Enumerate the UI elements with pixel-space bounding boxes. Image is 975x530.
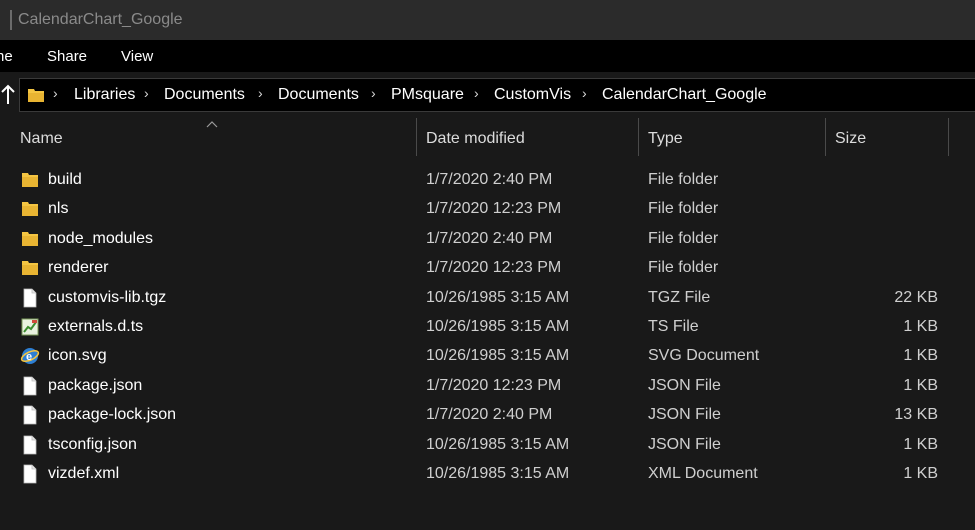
file-date-modified: 1/7/2020 2:40 PM <box>426 406 553 424</box>
file-name: icon.svg <box>48 347 107 365</box>
chevron-right-icon[interactable]: › <box>53 85 58 101</box>
file-name: node_modules <box>48 229 153 247</box>
file-date-modified: 1/7/2020 2:40 PM <box>426 229 553 247</box>
file-row[interactable]: build 1/7/2020 2:40 PM File folder <box>0 166 975 195</box>
file-date-modified: 10/26/1985 3:15 AM <box>426 347 570 365</box>
file-size: 13 KB <box>894 406 938 424</box>
tab-view[interactable]: View <box>121 48 153 65</box>
file-size: 1 KB <box>903 347 938 365</box>
file-type: JSON File <box>648 406 721 424</box>
chevron-right-icon[interactable]: › <box>582 85 587 101</box>
file-type: File folder <box>648 259 719 277</box>
breadcrumb-documents-2[interactable]: Documents <box>278 86 359 104</box>
file-row[interactable]: tsconfig.json 10/26/1985 3:15 AM JSON File… <box>0 431 975 460</box>
file-type: TS File <box>648 317 699 335</box>
tab-home[interactable]: ne <box>0 48 13 65</box>
breadcrumb-customvis[interactable]: CustomVis <box>494 86 571 104</box>
folder-icon <box>20 199 40 219</box>
folder-icon <box>20 258 40 278</box>
browser-file-icon: e <box>20 346 40 366</box>
title-bar: CalendarChart_Google <box>0 0 975 40</box>
file-icon <box>20 288 40 308</box>
file-row[interactable]: package-lock.json 1/7/2020 2:40 PM JSON Fi… <box>0 401 975 430</box>
file-size: 1 KB <box>903 376 938 394</box>
file-date-modified: 1/7/2020 12:23 PM <box>426 200 562 218</box>
file-name: vizdef.xml <box>48 464 120 482</box>
file-icon <box>20 405 40 425</box>
file-row[interactable]: externals.d.ts 10/26/1985 3:15 AM TS File 1… <box>0 313 975 342</box>
file-date-modified: 10/26/1985 3:15 AM <box>426 435 570 453</box>
chevron-right-icon[interactable]: › <box>474 85 479 101</box>
file-row[interactable]: vizdef.xml 10/26/1985 3:15 AM XML Document… <box>0 460 975 489</box>
breadcrumb-libraries[interactable]: Libraries <box>74 86 135 104</box>
file-row[interactable]: customvis-lib.tgz 10/26/1985 3:15 AM TGZ F… <box>0 284 975 313</box>
file-size: 1 KB <box>903 464 938 482</box>
file-name: customvis-lib.tgz <box>48 288 167 306</box>
file-date-modified: 1/7/2020 12:23 PM <box>426 376 562 394</box>
address-bar[interactable]: › Libraries › Documents › Documents › PM… <box>19 78 975 112</box>
column-type[interactable]: Type <box>648 130 683 148</box>
file-name: package.json <box>48 376 143 394</box>
file-date-modified: 10/26/1985 3:15 AM <box>426 464 570 482</box>
file-row[interactable]: e icon.svg 10/26/1985 3:15 AM SVG Document 1… <box>0 342 975 371</box>
file-date-modified: 10/26/1985 3:15 AM <box>426 317 570 335</box>
file-type: File folder <box>648 229 719 247</box>
file-name: nls <box>48 200 69 218</box>
chevron-right-icon[interactable]: › <box>258 85 263 101</box>
file-name: package-lock.json <box>48 406 177 424</box>
file-type: File folder <box>648 200 719 218</box>
ribbon-tabs: ne Share View <box>0 40 975 72</box>
file-type: TGZ File <box>648 288 711 306</box>
column-divider[interactable] <box>416 118 417 156</box>
file-type: JSON File <box>648 435 721 453</box>
column-date-modified[interactable]: Date modified <box>426 130 525 148</box>
column-name[interactable]: Name <box>20 130 63 148</box>
file-icon <box>20 464 40 484</box>
file-type: XML Document <box>648 464 758 482</box>
file-row[interactable]: package.json 1/7/2020 12:23 PM JSON File 1 … <box>0 372 975 401</box>
column-divider[interactable] <box>638 118 639 156</box>
column-header: Name Date modified Type Size <box>0 118 975 160</box>
breadcrumb-calendarchart-google[interactable]: CalendarChart_Google <box>602 86 767 104</box>
up-arrow-icon[interactable] <box>0 82 16 108</box>
folder-icon <box>20 229 40 249</box>
folder-icon <box>20 170 40 190</box>
file-type: JSON File <box>648 376 721 394</box>
file-row[interactable]: nls 1/7/2020 12:23 PM File folder <box>0 195 975 224</box>
file-date-modified: 10/26/1985 3:15 AM <box>426 288 570 306</box>
file-name: renderer <box>48 259 109 277</box>
breadcrumb-pmsquare[interactable]: PMsquare <box>391 86 464 104</box>
navigation-bar: › Libraries › Documents › Documents › PM… <box>0 72 975 118</box>
window-title: CalendarChart_Google <box>18 11 183 28</box>
file-name: tsconfig.json <box>48 435 137 453</box>
svg-text:e: e <box>26 351 32 363</box>
sort-ascending-icon <box>205 116 219 128</box>
column-size[interactable]: Size <box>835 130 866 148</box>
column-divider[interactable] <box>825 118 826 156</box>
file-name: externals.d.ts <box>48 317 144 335</box>
chevron-right-icon[interactable]: › <box>371 85 376 101</box>
file-type: File folder <box>648 171 719 188</box>
folder-icon <box>27 86 45 104</box>
file-row[interactable]: node_modules 1/7/2020 2:40 PM File folder <box>0 225 975 254</box>
column-divider[interactable] <box>948 118 949 156</box>
file-icon <box>20 435 40 455</box>
file-date-modified: 1/7/2020 2:40 PM <box>426 171 553 188</box>
chevron-right-icon[interactable]: › <box>144 85 149 101</box>
file-row[interactable]: renderer 1/7/2020 12:23 PM File folder <box>0 254 975 283</box>
ts-file-icon <box>20 317 40 337</box>
file-name: build <box>48 171 82 188</box>
file-list: build 1/7/2020 2:40 PM File folder nls 1/7/2… <box>0 166 975 489</box>
file-size: 1 KB <box>903 435 938 453</box>
tab-share[interactable]: Share <box>47 48 87 65</box>
file-size: 22 KB <box>894 288 938 306</box>
file-icon <box>20 376 40 396</box>
file-date-modified: 1/7/2020 12:23 PM <box>426 259 562 277</box>
title-separator <box>10 10 12 30</box>
file-type: SVG Document <box>648 347 760 365</box>
breadcrumb-documents[interactable]: Documents <box>164 86 245 104</box>
file-size: 1 KB <box>903 317 938 335</box>
